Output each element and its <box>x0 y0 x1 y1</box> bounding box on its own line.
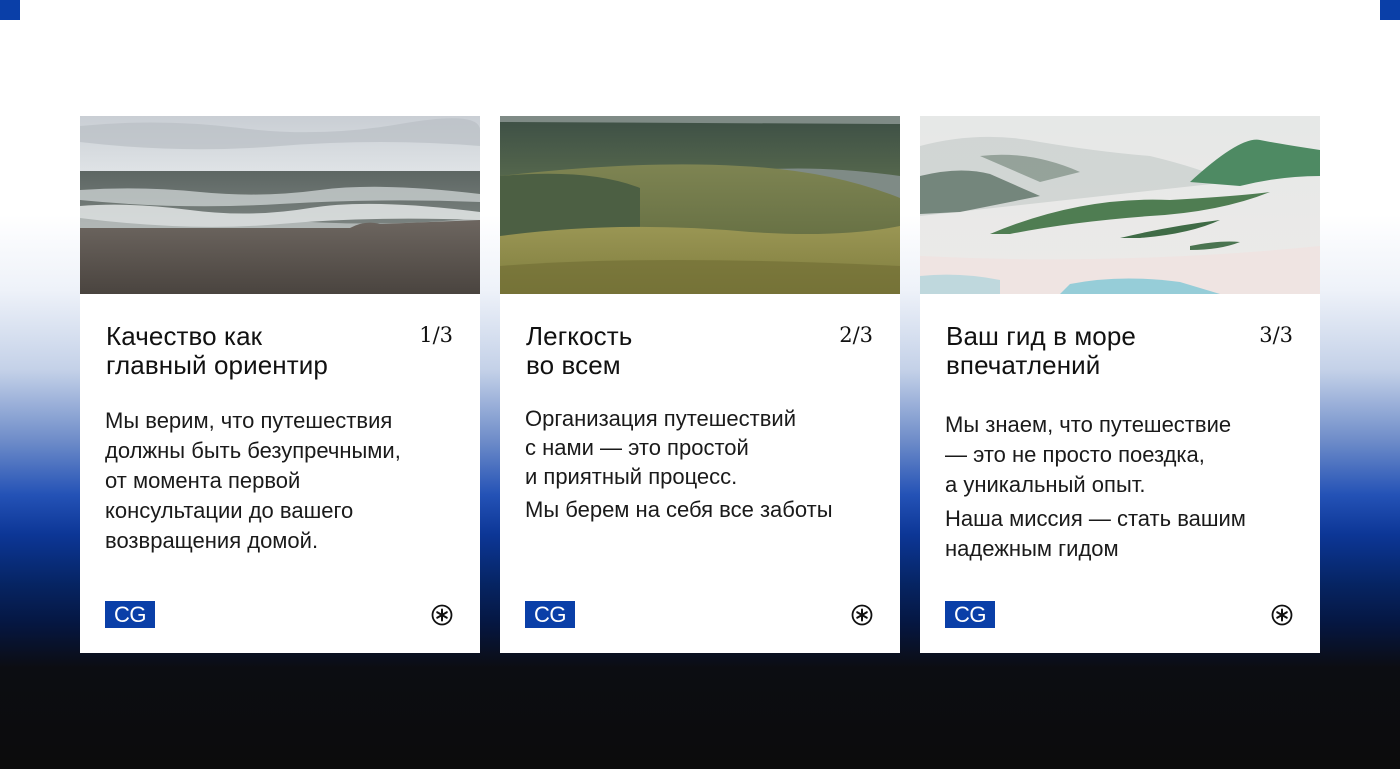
card-body-line: консультации до вашего <box>105 498 354 523</box>
asterisk-circle-icon <box>1271 604 1293 626</box>
corner-square-right <box>1380 0 1400 20</box>
card-body-line: а уникальный опыт. <box>945 472 1146 497</box>
card-title-line: Качество как <box>106 321 263 351</box>
card-title-line: впечатлений <box>946 350 1101 380</box>
card-ease: Легкость во всем 2/3 Организация путешес… <box>500 116 900 653</box>
cg-logo: CG <box>945 601 995 628</box>
card-body-line: Мы верим, что путешествия <box>105 408 393 433</box>
card-body-line: — это не просто поездка, <box>945 442 1205 467</box>
card-counter: 2/3 <box>839 323 873 347</box>
card-body-line: Мы берем на себя все заботы <box>525 497 833 522</box>
green-hills-photo <box>500 116 900 294</box>
card-body: Мы знаем, что путешествие — это не прост… <box>945 410 1300 564</box>
card-title-line: главный ориентир <box>106 350 328 380</box>
card-body-line: должны быть безупречными, <box>105 438 401 463</box>
card-body-line: от момента первой <box>105 468 301 493</box>
ocean-beach-photo <box>80 116 480 294</box>
card-title-line: Ваш гид в море <box>946 321 1136 351</box>
card-body-line: Организация путешествий <box>525 406 797 431</box>
corner-square-left <box>0 0 20 20</box>
card-title: Ваш гид в море впечатлений <box>946 322 1246 380</box>
snowy-mountains-photo <box>920 116 1320 294</box>
card-body-line: с нами — это простой <box>525 435 749 460</box>
card-body-line: Наша миссия — стать вашим <box>945 506 1246 531</box>
card-body-line: и приятный процесс. <box>525 464 738 489</box>
card-body-line: надежным гидом <box>945 536 1119 561</box>
card-title: Качество как главный ориентир <box>106 322 406 380</box>
card-title-line: Легкость <box>526 321 633 351</box>
card-title-line: во всем <box>526 350 621 380</box>
asterisk-circle-icon <box>851 604 873 626</box>
card-body: Мы верим, что путешествия должны быть бе… <box>105 406 460 556</box>
card-body: Организация путешествий с нами — это про… <box>525 404 880 524</box>
card-body-line: Мы знаем, что путешествие <box>945 412 1232 437</box>
card-title: Легкость во всем <box>526 322 826 380</box>
card-guide: Ваш гид в море впечатлений 3/3 Мы знаем,… <box>920 116 1320 653</box>
card-counter: 3/3 <box>1259 323 1293 347</box>
asterisk-circle-icon <box>431 604 453 626</box>
cg-logo: CG <box>525 601 575 628</box>
cg-logo: CG <box>105 601 155 628</box>
card-body-line: возвращения домой. <box>105 528 319 553</box>
card-quality: Качество как главный ориентир 1/3 Мы вер… <box>80 116 480 653</box>
card-counter: 1/3 <box>419 323 453 347</box>
